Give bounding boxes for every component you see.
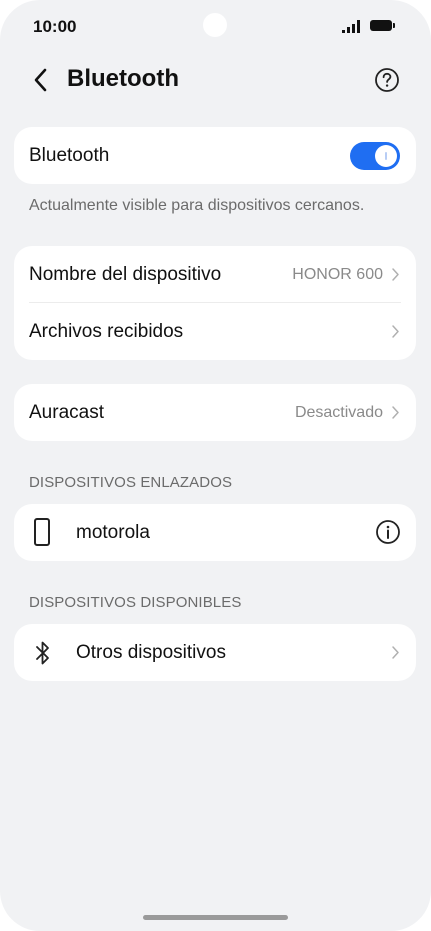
device-name-row[interactable]: Nombre del dispositivo HONOR 600 (14, 246, 416, 303)
bluetooth-icon (36, 641, 49, 665)
status-time: 10:00 (33, 17, 77, 36)
bluetooth-toggle-row[interactable]: Bluetooth (14, 127, 416, 184)
switch-knob (375, 145, 397, 167)
auracast-row[interactable]: Auracast Desactivado (14, 384, 416, 441)
home-indicator[interactable] (143, 915, 288, 920)
info-icon[interactable] (375, 519, 401, 545)
received-files-row[interactable]: Archivos recibidos (14, 303, 416, 360)
other-devices-label: Otros dispositivos (76, 642, 226, 663)
bluetooth-toggle-card: Bluetooth (14, 127, 416, 184)
device-name-value: HONOR 600 (292, 266, 383, 283)
paired-devices-card: motorola (14, 504, 416, 561)
battery-icon (370, 20, 395, 31)
header: Bluetooth (0, 60, 431, 100)
other-devices-row[interactable]: Otros dispositivos (14, 624, 416, 681)
paired-devices-heading: DISPOSITIVOS ENLAZADOS (29, 474, 233, 491)
signal-icon (342, 20, 360, 33)
chevron-right-icon (392, 325, 399, 338)
chevron-right-icon (392, 646, 399, 659)
front-camera (203, 13, 227, 37)
device-settings-card: Nombre del dispositivo HONOR 600 Archivo… (14, 246, 416, 360)
phone-screen: 10:00 Bluetooth Bluetooth Actualmente vi… (0, 0, 431, 931)
received-files-label: Archivos recibidos (29, 321, 184, 342)
chevron-right-icon (392, 268, 399, 281)
page-title: Bluetooth (67, 65, 179, 92)
paired-device-row[interactable]: motorola (14, 504, 416, 561)
auracast-value: Desactivado (294, 404, 383, 421)
available-devices-heading: DISPOSITIVOS DISPONIBLES (29, 594, 242, 611)
back-arrow-icon[interactable] (30, 66, 54, 94)
visibility-caption: Actualmente visible para dispositivos ce… (29, 197, 365, 214)
auracast-card: Auracast Desactivado (14, 384, 416, 441)
bluetooth-toggle-label: Bluetooth (29, 145, 110, 166)
auracast-label: Auracast (29, 402, 104, 423)
available-devices-card: Otros dispositivos (14, 624, 416, 681)
help-icon[interactable] (374, 67, 400, 93)
bluetooth-switch[interactable] (350, 142, 400, 170)
status-bar: 10:00 (0, 0, 431, 54)
chevron-right-icon (392, 406, 399, 419)
device-name-label: Nombre del dispositivo (29, 264, 222, 285)
phone-icon (34, 518, 50, 546)
paired-device-name: motorola (76, 522, 150, 543)
